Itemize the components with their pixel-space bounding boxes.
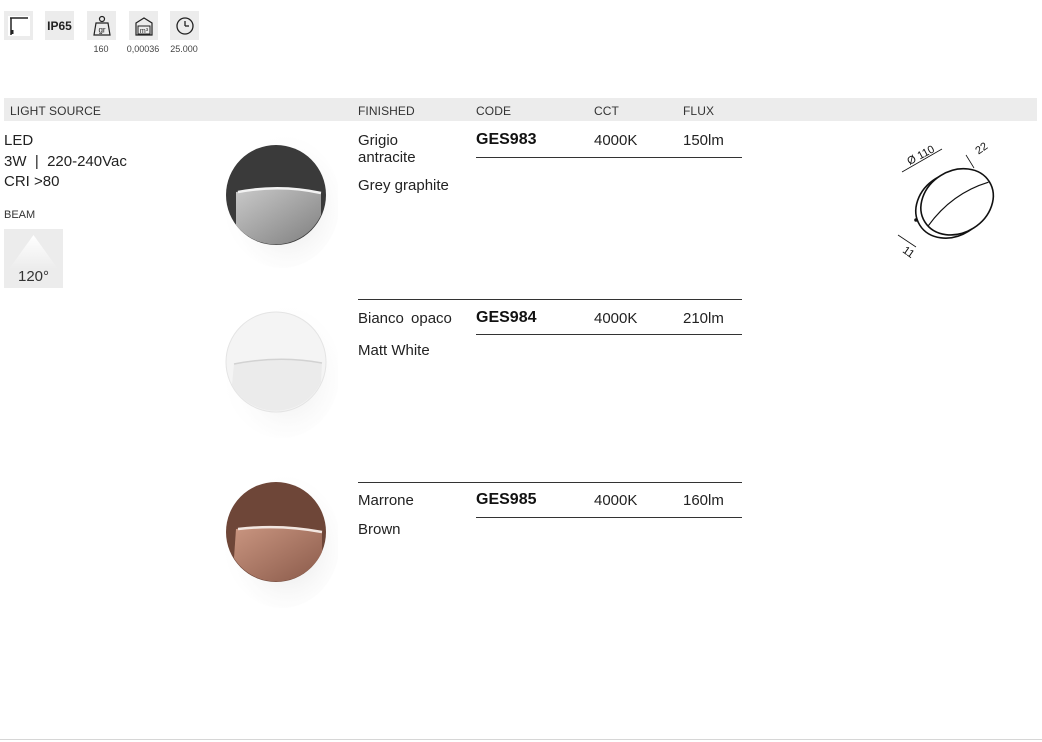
- product-image-grey: [224, 136, 338, 268]
- cct-3: 4000K: [594, 492, 638, 509]
- page-bottom-rule: [0, 739, 1042, 740]
- header-cct: CCT: [594, 104, 619, 118]
- flux-1: 150lm: [683, 132, 724, 149]
- spec-type: LED: [4, 132, 34, 149]
- header-code: CODE: [476, 104, 512, 118]
- product-code-2: GES984: [476, 309, 537, 326]
- depth-label: 22: [973, 140, 990, 157]
- table-header-bar: [4, 98, 1037, 121]
- beam-angle-value: 120°: [17, 268, 50, 285]
- volume-m3-icon: m³: [129, 11, 158, 40]
- svg-text:m³: m³: [139, 28, 148, 35]
- finish-it-1: Grigio antracite: [358, 132, 416, 166]
- product-code-1: GES983: [476, 131, 537, 148]
- header-finished: FINISHED: [358, 104, 415, 118]
- wall-mount-icon: [4, 11, 33, 40]
- finish-en-1: Grey graphite: [358, 177, 449, 194]
- spec-cri: CRI >80: [4, 173, 60, 190]
- product-code-3: GES985: [476, 491, 537, 508]
- header-flux: FLUX: [683, 104, 715, 118]
- flux-2: 210lm: [683, 310, 724, 327]
- finish-it-2: Bianco opaco: [358, 310, 452, 327]
- finish-it-3: Marrone: [358, 492, 414, 509]
- diameter-label: Ø 110: [905, 143, 936, 167]
- product-image-brown: [224, 476, 338, 608]
- header-light-source: LIGHT SOURCE: [10, 104, 101, 118]
- spec-power: 3W | 220-240Vac: [4, 153, 127, 170]
- svg-text:gr: gr: [98, 25, 105, 34]
- cct-2: 4000K: [594, 310, 638, 327]
- lifetime-clock-icon: [170, 11, 199, 40]
- ip-rating-label: IP65: [47, 18, 72, 33]
- weight-gr-icon: gr: [87, 11, 116, 40]
- product-image-white: [224, 306, 338, 438]
- lifetime-value: 25.000: [170, 44, 198, 54]
- finish-en-2: Matt White: [358, 342, 430, 359]
- cct-1: 4000K: [594, 132, 638, 149]
- flux-3: 160lm: [683, 492, 724, 509]
- finish-en-3: Brown: [358, 521, 401, 538]
- offset-label: 11: [900, 244, 916, 260]
- beam-label: BEAM: [4, 209, 36, 221]
- row-divider: [358, 299, 742, 300]
- row-divider: [476, 517, 742, 518]
- ip-rating-badge: IP65: [45, 11, 74, 40]
- row-divider: [358, 482, 742, 483]
- row-divider: [476, 334, 742, 335]
- row-divider: [476, 157, 742, 158]
- dimension-drawing: Ø 110 22 11: [897, 140, 995, 261]
